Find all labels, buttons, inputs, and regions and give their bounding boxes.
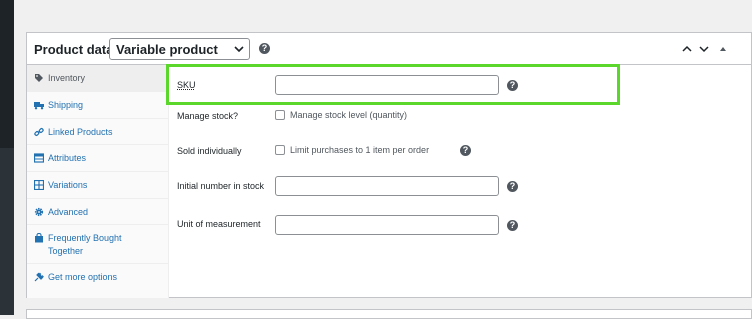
initial-stock-input[interactable] xyxy=(275,176,499,196)
plugin-icon xyxy=(34,272,44,282)
manage-stock-label: Manage stock? xyxy=(177,111,239,121)
product-type-value: Variable product xyxy=(116,42,218,57)
link-icon xyxy=(34,128,44,136)
grid-icon xyxy=(34,180,44,190)
chevron-down-icon xyxy=(234,46,244,53)
tab-label: Attributes xyxy=(48,153,87,163)
tab-label: Get more options xyxy=(48,272,118,282)
tab-label: Inventory xyxy=(48,73,86,83)
unit-of-measurement-input[interactable] xyxy=(275,215,499,235)
table-icon xyxy=(34,153,44,163)
initial-stock-help-icon[interactable]: ? xyxy=(507,181,518,192)
product-type-select[interactable]: Variable product xyxy=(109,38,250,60)
tab-label: Advanced xyxy=(48,207,89,217)
initial-stock-label: Initial number in stock xyxy=(177,181,265,191)
sold-individually-checkbox-label: Limit purchases to 1 item per order xyxy=(290,145,430,155)
truck-icon xyxy=(34,102,44,110)
tab-label: Linked Products xyxy=(48,127,113,137)
tab-linked-products[interactable]: Linked Products xyxy=(27,119,169,145)
admin-menu-strip xyxy=(0,0,14,315)
tab-label: Variations xyxy=(48,180,88,190)
manage-stock-checkbox-label: Manage stock level (quantity) xyxy=(290,110,408,120)
next-metabox xyxy=(26,309,752,319)
manage-stock-checkbox[interactable] xyxy=(275,110,285,120)
sold-individually-checkbox[interactable] xyxy=(275,145,285,155)
gear-icon xyxy=(34,207,44,217)
tab-frequently-bought-together[interactable]: Frequently Bought Together xyxy=(27,225,169,264)
tab-advanced[interactable]: Advanced xyxy=(27,199,169,225)
sku-highlight-box xyxy=(166,64,620,105)
tab-label: Shipping xyxy=(48,100,84,110)
sold-individually-help-icon[interactable]: ? xyxy=(460,145,471,156)
move-down-icon[interactable] xyxy=(698,43,710,55)
tag-icon xyxy=(35,74,43,82)
tab-get-more-options[interactable]: Get more options xyxy=(27,264,169,290)
sold-individually-label: Sold individually xyxy=(177,146,242,156)
tab-shipping[interactable]: Shipping xyxy=(27,92,169,119)
panel-header: Product data — Variable product ? xyxy=(27,33,751,65)
unit-of-measurement-label: Unit of measurement xyxy=(177,219,261,229)
tab-variations[interactable]: Variations xyxy=(27,172,169,199)
collapse-toggle-icon[interactable] xyxy=(717,43,729,55)
help-icon[interactable]: ? xyxy=(259,43,270,54)
admin-menu-shade xyxy=(0,148,14,315)
tab-attributes[interactable]: Attributes xyxy=(27,145,169,172)
tab-inventory[interactable]: Inventory xyxy=(27,65,169,92)
product-data-tabs: Inventory Shipping Linked Products Attri… xyxy=(27,65,169,298)
move-up-icon[interactable] xyxy=(681,43,693,55)
tab-label: Frequently Bought Together xyxy=(48,233,122,256)
unit-help-icon[interactable]: ? xyxy=(507,220,518,231)
bag-icon xyxy=(35,233,43,243)
